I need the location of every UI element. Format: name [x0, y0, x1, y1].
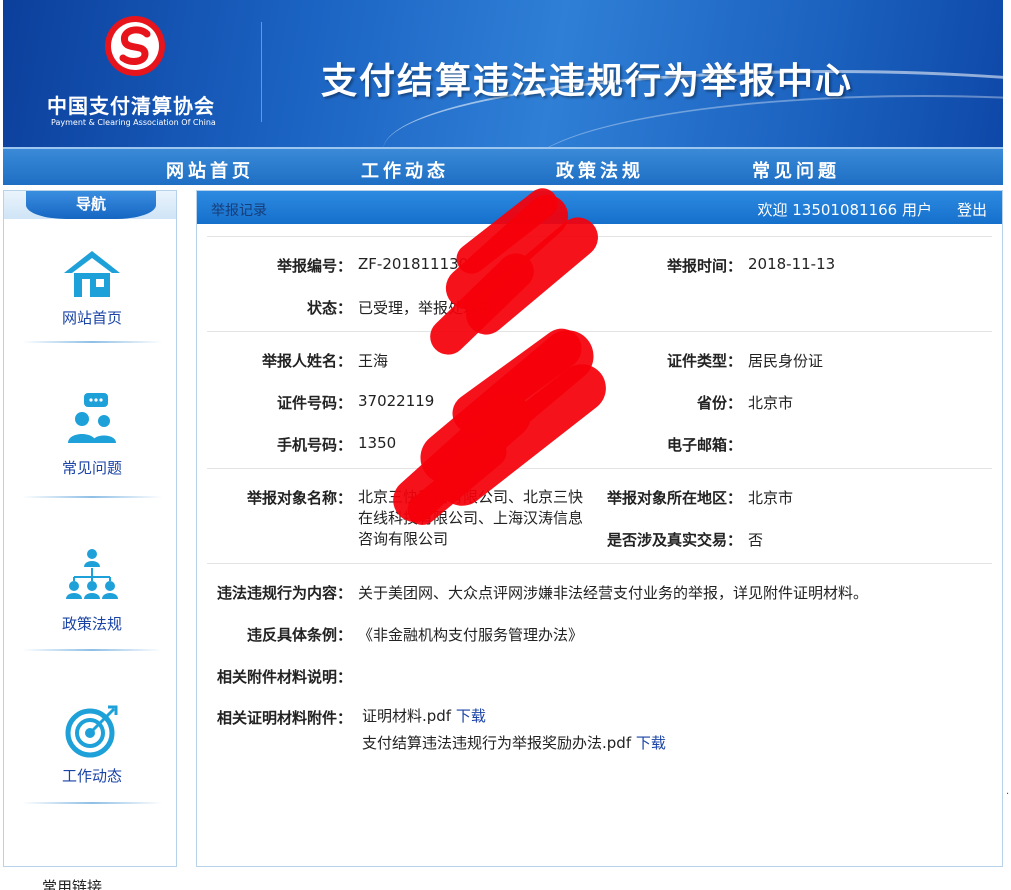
province-value: 北京市 [748, 394, 794, 412]
email-label: 电子邮箱： [666, 436, 742, 454]
download-link[interactable]: 下载 [636, 734, 666, 752]
report-time-label: 举报时间： [666, 257, 742, 275]
sidebar-item-label: 政策法规 [61, 615, 122, 633]
id-type-value: 居民身份证 [748, 352, 824, 370]
status-label: 状态： [306, 299, 352, 317]
target-region-label: 举报对象所在地区： [606, 489, 742, 507]
association-logo-icon [105, 16, 165, 76]
attachment-filename: 支付结算违法违规行为举报奖励办法.pdf [362, 734, 632, 752]
phone-label: 手机号码： [276, 436, 352, 454]
target-name-line-3: 咨询有限公司 [358, 530, 449, 548]
id-number-value: 37022119 [358, 392, 435, 410]
sidebar-item-news[interactable]: 工作动态 [22, 703, 162, 786]
friend-links-title: 常用链接 [42, 878, 103, 890]
sidebar-item-label: 网站首页 [61, 309, 122, 327]
attachment-desc-label: 相关附件材料说明： [216, 668, 352, 686]
sidebar-item-home[interactable]: 网站首页 [22, 249, 162, 328]
home-icon [64, 251, 120, 297]
org-name-cn: 中国支付清算协会 [47, 94, 215, 118]
reporter-name-label: 举报人姓名： [261, 352, 352, 370]
faq-people-icon [68, 393, 116, 443]
target-name-label: 举报对象名称： [246, 489, 352, 507]
divider [207, 563, 992, 564]
sidebar-divider [22, 496, 162, 498]
sidebar-divider [22, 341, 162, 343]
sidebar-title: 导航 [26, 191, 156, 219]
violated-clause-value: 《非金融机构支付服务管理办法》 [358, 626, 584, 644]
divider [207, 468, 992, 469]
reporter-name-value: 王海 [358, 352, 389, 370]
report-id-label: 举报编号： [276, 257, 352, 275]
report-detail-panel: 举报记录 欢迎 13501081166 用户 登出 举报编号： ZF-20181… [196, 182, 1003, 867]
sidebar-item-label: 常见问题 [61, 459, 122, 477]
sidebar: 导航 网站首页 常见问题 政策法规 工作动态 [3, 190, 177, 867]
nav-item-policy[interactable]: 政策法规 [556, 157, 644, 183]
sidebar-item-label: 工作动态 [61, 767, 122, 785]
real-trade-value: 否 [748, 531, 764, 549]
target-region-value: 北京市 [748, 489, 794, 507]
panel-header: 举报记录 欢迎 13501081166 用户 登出 [197, 191, 1002, 224]
sidebar-item-faq[interactable]: 常见问题 [22, 391, 162, 478]
welcome-text: 欢迎 13501081166 用户 [757, 201, 932, 219]
target-icon [65, 705, 118, 758]
org-structure-icon [66, 549, 118, 599]
target-name-line-2: 在线科技有限公司、上海汉涛信息 [358, 509, 584, 527]
edge-mark: . [1006, 786, 1010, 797]
nav-item-faq[interactable]: 常见问题 [752, 157, 840, 183]
attachment-item: 证明材料.pdf 下载 [362, 705, 486, 726]
violation-content-value: 关于美团网、大众点评网涉嫌非法经营支付业务的举报，详见附件证明材料。 [358, 584, 869, 602]
nav-item-news[interactable]: 工作动态 [361, 157, 449, 183]
sidebar-divider [22, 802, 162, 804]
logout-link[interactable]: 登出 [957, 199, 987, 220]
divider [207, 331, 992, 332]
violation-content-label: 违法违规行为内容： [216, 584, 352, 602]
violated-clause-label: 违反具体条例： [246, 626, 352, 644]
banner-divider [261, 22, 262, 122]
nav-item-home[interactable]: 网站首页 [166, 157, 254, 183]
id-type-label: 证件类型： [666, 352, 742, 370]
top-nav: 网站首页 工作动态 政策法规 常见问题 [3, 147, 1003, 185]
org-name-en: Payment & Clearing Association Of China [51, 118, 216, 127]
phone-value: 1350 [358, 434, 397, 452]
site-title: 支付结算违法违规行为举报中心 [321, 60, 854, 102]
id-number-label: 证件号码： [276, 394, 352, 412]
attachments-label: 相关证明材料附件： [216, 709, 352, 727]
sidebar-divider [22, 649, 162, 651]
header-banner: 中国支付清算协会 Payment & Clearing Association … [3, 0, 1003, 147]
sidebar-header: 导航 [4, 191, 176, 219]
real-trade-label: 是否涉及真实交易： [606, 531, 742, 549]
breadcrumb[interactable]: 举报记录 [211, 200, 267, 220]
divider [207, 236, 992, 237]
province-label: 省份： [696, 394, 742, 412]
attachment-filename: 证明材料.pdf [362, 707, 452, 725]
page: 中国支付清算协会 Payment & Clearing Association … [0, 0, 1011, 890]
sidebar-item-policy[interactable]: 政策法规 [22, 547, 162, 634]
download-link[interactable]: 下载 [456, 707, 486, 725]
attachment-item: 支付结算违法违规行为举报奖励办法.pdf 下载 [362, 732, 666, 753]
report-time-value: 2018-11-13 [748, 255, 836, 273]
